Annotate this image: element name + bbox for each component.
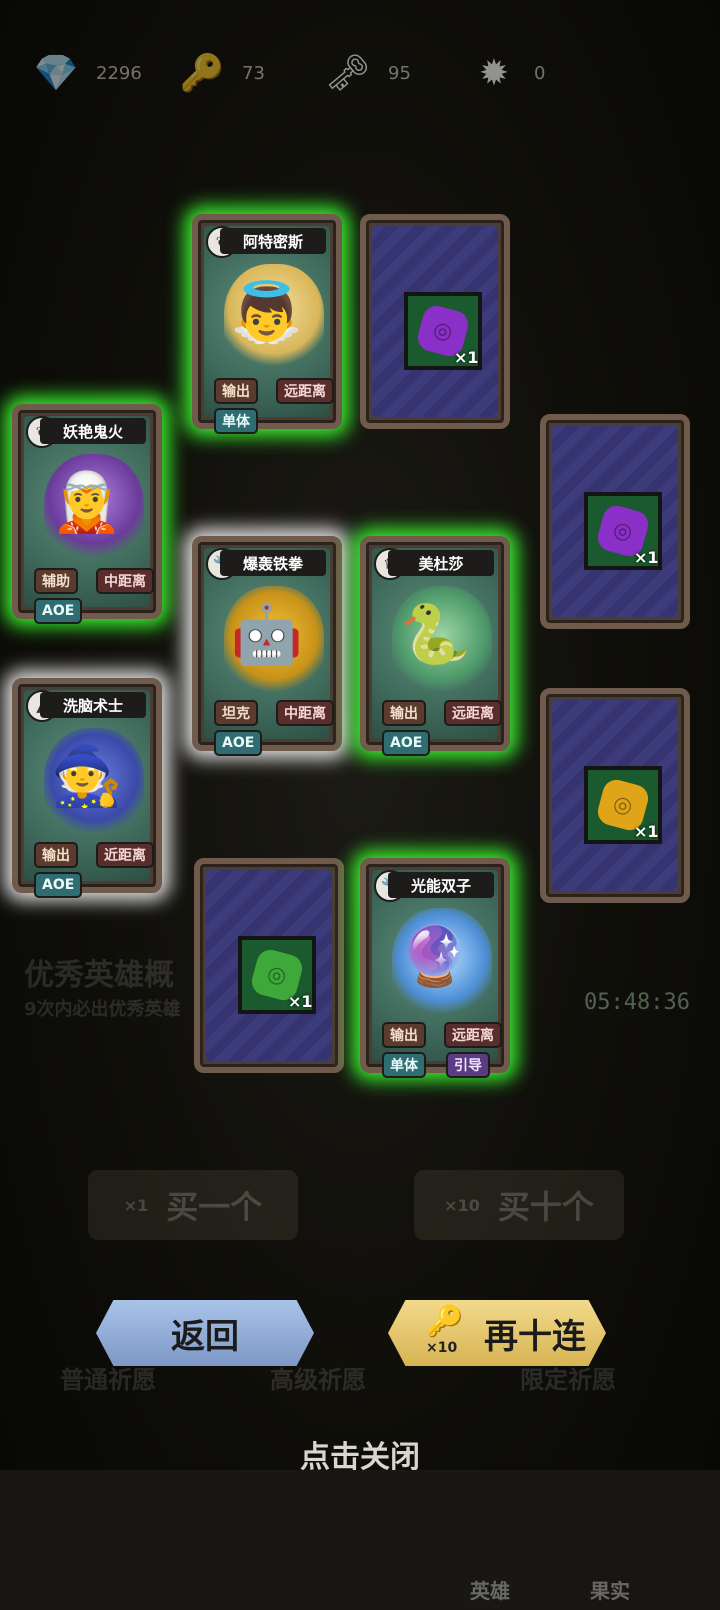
tag-target: 单体 — [214, 408, 258, 434]
item-card-purple-gem[interactable]: ◎ ×1 — [360, 214, 510, 429]
item-card-gold-gem[interactable]: ◎ ×1 — [540, 688, 690, 903]
bottom-nav: 英雄 果实 — [0, 1470, 720, 1610]
tag-range: 远距离 — [276, 378, 334, 404]
currency-silver-key: 🔑 73 — [176, 49, 302, 97]
tag-target: AOE — [34, 598, 83, 624]
tag-range: 中距离 — [276, 700, 334, 726]
silver-key-icon: 🔑 — [179, 53, 225, 94]
nav-fruits: 果实 — [590, 1579, 630, 1603]
currency-token: ✹ 0 — [468, 49, 594, 97]
hero-card-brainwash-wizard[interactable]: 🧙 ▲ 洗脑术士 输出 近距离 AOE — [12, 678, 162, 898]
archer-portrait-icon: 👼 — [230, 278, 304, 346]
tag-range: 远距离 — [444, 1022, 502, 1048]
tag-range: 近距离 — [96, 842, 154, 868]
medusa-portrait-icon: 🐍 — [398, 600, 472, 668]
tag-role: 辅助 — [34, 568, 78, 594]
item-card-purple-gem-2[interactable]: ◎ ×1 — [540, 414, 690, 629]
banner-title: 优秀英雄概 — [24, 958, 174, 993]
tag-target: AOE — [382, 730, 431, 756]
mech-portrait-icon: 🤖 — [230, 600, 304, 668]
item-card-green-gem[interactable]: ◎ ×1 — [194, 858, 344, 1073]
hero-card-artemis[interactable]: 👼 ❦ 阿特密斯 输出 远距离 单体 — [192, 214, 342, 434]
orb-portrait-icon: 🔮 — [398, 922, 472, 990]
item-quantity: ×1 — [288, 992, 313, 1011]
hero-card-light-twins[interactable]: 🔮 🔧 光能双子 输出 远距离 单体 引导 — [360, 858, 510, 1078]
item-quantity: ×1 — [634, 822, 659, 841]
buy-one-button: ×1 买一个 — [88, 1170, 298, 1240]
currency-bronze-key: 🗝 95 — [322, 49, 448, 97]
buy-ten-button: ×10 买十个 — [414, 1170, 624, 1240]
tag-target: AOE — [214, 730, 263, 756]
hero-name: 阿特密斯 — [220, 228, 326, 254]
item-quantity: ×1 — [634, 548, 659, 567]
hero-name: 妖艳鬼火 — [40, 418, 146, 444]
pull-cost: ×10 — [426, 1340, 458, 1356]
silver-key-icon: 🔑 — [426, 1304, 464, 1339]
tag-role: 坦克 — [214, 700, 258, 726]
ten-pull-again-button[interactable]: 🔑 ×10 再十连 — [388, 1300, 606, 1366]
nav-heroes: 英雄 — [470, 1579, 510, 1603]
hero-card-medusa[interactable]: 🐍 ♛ 美杜莎 输出 远距离 AOE — [360, 536, 510, 756]
sorceress-portrait-icon: 🧝 — [50, 468, 124, 536]
hero-name: 爆轰铁拳 — [220, 550, 326, 576]
tag-role: 输出 — [382, 700, 426, 726]
item-quantity: ×1 — [454, 348, 479, 367]
tag-target: 单体 — [382, 1052, 426, 1078]
hero-card-blast-iron-fist[interactable]: 🤖 🔧 爆轰铁拳 坦克 中距离 AOE — [192, 536, 342, 756]
tag-role: 输出 — [382, 1022, 426, 1048]
bronze-key-icon: 🗝 — [325, 53, 371, 94]
back-button[interactable]: 返回 — [96, 1300, 314, 1366]
spiky-token-icon: ✹ — [478, 52, 510, 94]
tag-role: 输出 — [34, 842, 78, 868]
tap-to-close-hint[interactable]: 点击关闭 — [0, 1432, 720, 1476]
banner-subtitle: 9次内必出优秀英雄 — [24, 999, 181, 1020]
countdown-timer: 05:48:36 — [584, 990, 690, 1015]
hero-name: 美杜莎 — [388, 550, 494, 576]
hero-card-enchanting-wisp[interactable]: 🧝 ❦ 妖艳鬼火 辅助 中距离 AOE — [12, 404, 162, 624]
currency-diamond: 💎 2296 — [30, 49, 156, 97]
hero-name: 光能双子 — [388, 872, 494, 898]
tag-range: 中距离 — [96, 568, 154, 594]
diamond-icon: 💎 — [33, 53, 79, 94]
tag-range: 远距离 — [444, 700, 502, 726]
wizard-portrait-icon: 🧙 — [50, 742, 124, 810]
currency-bar: 💎 2296 🔑 73 🗝 95 ✹ 0 — [30, 38, 690, 108]
hero-name: 洗脑术士 — [40, 692, 146, 718]
tag-skill: 引导 — [446, 1052, 490, 1078]
tag-role: 输出 — [214, 378, 258, 404]
tag-target: AOE — [34, 872, 83, 898]
